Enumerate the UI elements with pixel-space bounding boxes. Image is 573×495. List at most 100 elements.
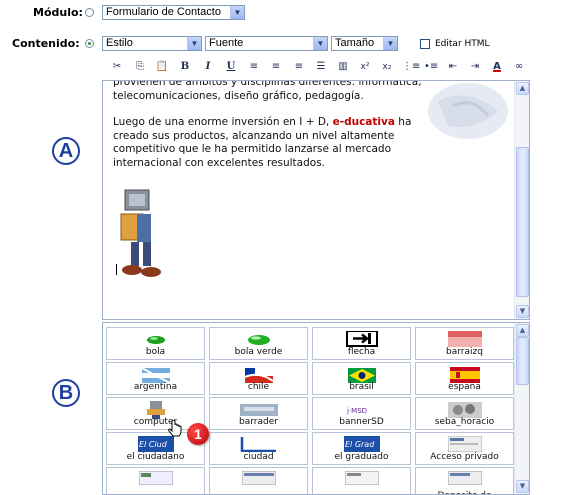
underline-button[interactable]: U [224,60,238,74]
gallery-item-label: el ciudadano [126,452,185,462]
bullet-list-icon[interactable]: •≡ [424,60,438,74]
outdent-icon[interactable]: ⇤ [446,60,460,74]
gallery-item-label: Acceso privado [430,452,499,462]
gallery-item-label: argentina [133,382,178,392]
modulo-radio[interactable] [85,8,94,17]
link-icon[interactable]: ∞ [512,60,526,74]
gallery-item[interactable]: El Grad el graduado [312,432,411,465]
gallery-thumbnail-image [345,331,378,347]
gallery-item[interactable]: bola [106,327,205,360]
fuente-select[interactable]: Fuente ▼ [205,36,328,51]
gallery-item[interactable]: barrader [209,397,308,430]
cut-icon[interactable]: ✂ [110,60,124,74]
gallery-item-label: el graduado [334,452,389,462]
gallery-item[interactable] [106,467,205,494]
scroll-down-icon[interactable]: ▼ [516,305,529,318]
gallery-thumbnail-image [244,368,273,383]
editar-html-checkbox[interactable] [420,39,430,49]
italic-button[interactable]: I [201,60,215,74]
gallery-item-label: flecha [347,347,376,357]
gallery-item-label: bola [145,347,166,357]
chevron-down-icon: ▼ [383,37,397,50]
estilo-select[interactable]: Estilo ▼ [102,36,202,51]
contenido-radio[interactable] [85,39,94,48]
align-right-icon[interactable]: ≡ [292,60,306,74]
gallery-thumbnail-image [241,471,276,485]
bold-button[interactable]: B [178,60,192,74]
editor-text: ha [394,116,412,128]
brand-text: e-ducativa [332,116,395,128]
editor-paragraph: Luego de una enorme inversión en I + D, … [113,116,433,130]
gallery-item-label: bannerSD [339,417,384,427]
gallery-item-label: Deposito de [416,491,513,494]
svg-text:El Ciud: El Ciud [139,440,168,449]
image-gallery: bola bola verde flecha barraizq argentina chi… [102,322,530,495]
hand-cursor-icon [168,420,182,437]
gallery-item[interactable]: seba_horacio [415,397,514,430]
gallery-item-label: brasil [349,382,374,392]
align-center-icon[interactable]: ≡ [269,60,283,74]
scroll-thumb[interactable] [516,337,529,385]
gallery-thumbnail-image [347,368,376,383]
gallery-thumbnail-image [240,437,276,452]
gallery-thumbnail-image [146,336,165,344]
chevron-down-icon: ▼ [187,37,201,50]
indent-icon[interactable]: ⇥ [468,60,482,74]
editor-line: telecomunicaciones, diseño gráfico, peda… [113,89,364,102]
gallery-item[interactable]: ciudad [209,432,308,465]
gallery-scrollbar[interactable]: ▲ ▼ [514,323,529,494]
superscript-button[interactable]: x² [358,60,372,74]
subscript-button[interactable]: x₂ [380,60,394,74]
gallery-item-label: ciudad [243,452,274,462]
text-cursor [116,264,117,275]
gallery-item[interactable]: chile [209,362,308,395]
gallery-item[interactable]: barraizq [415,327,514,360]
table-icon[interactable]: ▥ [336,60,350,74]
scroll-up-icon[interactable]: ▲ [516,324,529,337]
align-left-icon[interactable]: ≡ [247,60,261,74]
gallery-thumbnail-image [239,404,278,416]
align-justify-icon[interactable]: ☰ [314,60,328,74]
gallery-item[interactable]: españa [415,362,514,395]
rich-text-editor[interactable]: provienen de ámbitos y disciplinas difer… [102,80,530,320]
background-decoration-image [428,83,508,139]
gallery-thumbnail-image: El Grad [343,436,380,452]
gallery-item[interactable]: Acceso privado [415,432,514,465]
paste-icon[interactable]: 📋 [155,60,169,74]
contenido-label: Contenido: [12,37,80,50]
scroll-up-icon[interactable]: ▲ [516,82,529,95]
fuente-select-value: Fuente [209,37,244,49]
gallery-item[interactable] [209,467,308,494]
numbered-list-icon[interactable]: ⋮≡ [402,60,420,74]
scroll-thumb[interactable] [516,147,529,297]
gallery-item[interactable]: brasil [312,362,411,395]
gallery-item-label: españa [448,382,481,392]
modulo-select-value: Formulario de Contacto [106,6,221,18]
marker-a: A [52,137,80,165]
gallery-item[interactable]: Deposito de [415,467,514,494]
editor-scrollbar[interactable]: ▲ ▼ [514,81,529,319]
svg-text:El Grad: El Grad [345,440,375,449]
gallery-thumbnail-image [447,331,482,347]
gallery-item-label: bola verde [234,347,283,357]
editor-line: competitivo que le ha permitido lanzarse… [113,143,392,155]
chevron-down-icon: ▼ [313,37,327,50]
gallery-item[interactable]: argentina [106,362,205,395]
scroll-down-icon[interactable]: ▼ [516,480,529,493]
gallery-thumbnail-image [447,402,482,418]
modulo-select[interactable]: Formulario de Contacto ▼ [102,5,245,20]
marker-b: B [52,379,80,407]
gallery-item[interactable]: flecha [312,327,411,360]
gallery-thumbnail-image [138,471,173,485]
gallery-item[interactable] [312,467,411,494]
gallery-item[interactable]: j·MSD bannerSD [312,397,411,430]
computer-mascot-image [120,189,161,277]
gallery-thumbnail-image [247,335,270,345]
editar-html-label: Editar HTML [435,39,490,49]
editor-content[interactable]: provienen de ámbitos y disciplinas difer… [113,81,433,170]
copy-icon[interactable]: ⎘ [133,60,147,74]
gallery-item[interactable]: bola verde [209,327,308,360]
font-color-button[interactable]: A [490,60,504,74]
editor-text: Luego de una enorme inversión en I + D, [113,116,333,128]
tamano-select[interactable]: Tamaño ▼ [331,36,398,51]
